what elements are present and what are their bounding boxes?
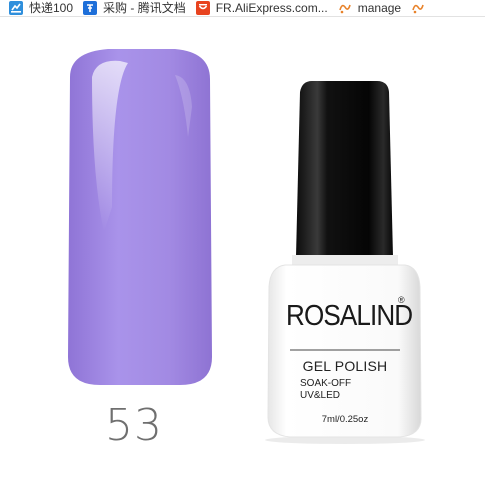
brand-logo: ROSALIND [286,300,413,332]
bookmark-tencent-docs[interactable]: 采购 - 腾讯文档 [83,0,186,16]
manage-icon [411,1,425,15]
bookmark-manage[interactable]: manage [338,0,401,16]
bookmark-label: FR.AliExpress.com... [215,1,328,15]
kuaidi100-icon [9,1,23,15]
bookmark-manage-2[interactable] [411,0,431,16]
page: 快递100 采购 - 腾讯文档 FR.AliExpress.com... man… [0,0,485,480]
product-type: GEL POLISH [302,358,388,374]
bottle-body [267,264,422,438]
product-image: 53 ROSALIND ® GEL POLISH SOAK-OFF UV&LED… [0,17,485,480]
bookmark-label: 快递100 [29,1,74,15]
volume: 7ml/0.25oz [321,414,369,425]
bookmark-label: 采购 - 腾讯文档 [103,1,186,15]
bookmarks-bar: 快递100 采购 - 腾讯文档 FR.AliExpress.com... man… [0,0,485,17]
polish-bottle [265,81,425,444]
registered-mark: ® [398,295,405,305]
bottle-cap [296,81,393,257]
bookmark-aliexpress[interactable]: FR.AliExpress.com... [195,0,328,16]
aliexpress-icon [195,1,210,15]
feature-soak-off: SOAK-OFF [300,378,352,389]
tencent-docs-icon [83,1,98,15]
feature-uv-led: UV&LED [300,390,341,401]
manage-icon [338,1,352,15]
bookmark-label: manage [357,1,402,15]
bookmark-kuaidi100[interactable]: 快递100 [9,0,73,16]
